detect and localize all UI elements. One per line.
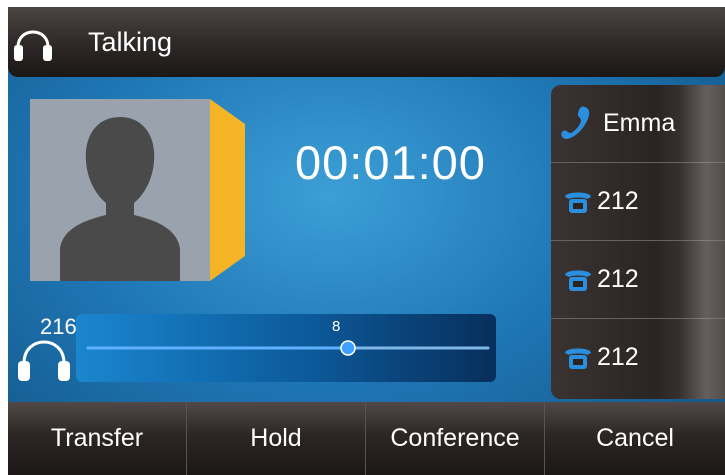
conference-button[interactable]: Conference [366,402,545,475]
call-status-title: Talking [88,27,173,57]
status-header: Talking [8,7,725,77]
desk-phone-icon [565,270,591,291]
headset-icon [14,30,52,61]
handset-icon [561,106,590,139]
line-item-212[interactable]: 212 [551,241,725,319]
cancel-button[interactable]: Cancel [545,402,725,475]
desk-phone-icon [565,348,591,369]
line-item-label: Emma [603,109,676,137]
hold-button[interactable]: Hold [187,402,366,475]
line-item-label: 212 [597,265,639,293]
volume-slider[interactable] [76,314,496,382]
softkey-bar: Transfer Hold Conference Cancel [8,402,725,475]
line-item-label: 212 [597,343,639,371]
line-list: Emma 212 212 212 [551,85,725,399]
volume-line-number: 216 [40,314,77,339]
line-item-emma[interactable]: Emma [551,85,725,163]
contact-avatar-icon [30,99,245,281]
call-timer: 00:01:00 [295,136,486,189]
volume-level-label: 8 [332,318,341,335]
volume-slider-knob[interactable] [340,340,356,356]
transfer-button[interactable]: Transfer [8,402,187,475]
phone-screen: Talking 00:01:00 216 8 Emma 212 212 212 … [8,7,725,475]
desk-phone-icon [565,192,591,213]
contact-avatar [30,99,245,281]
line-item-label: 212 [597,187,639,215]
line-item-212[interactable]: 212 [551,319,725,399]
line-item-212[interactable]: 212 [551,163,725,241]
